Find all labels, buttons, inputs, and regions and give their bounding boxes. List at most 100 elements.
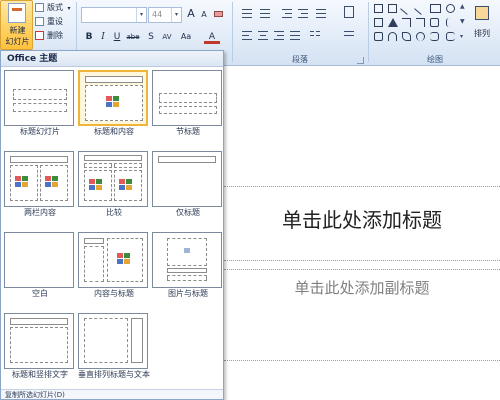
textbox-vertical-shape-icon[interactable] xyxy=(388,4,397,13)
rectangle-shape-icon[interactable] xyxy=(430,4,441,13)
shapes-scroll-down-icon[interactable]: ▼ xyxy=(460,18,465,25)
subtitle-placeholder-top-border xyxy=(224,269,500,270)
paragraph-group-label: 段落 xyxy=(292,55,308,64)
grow-font-button[interactable]: A xyxy=(184,7,198,21)
italic-button[interactable]: I xyxy=(96,30,110,44)
subtitle-placeholder-bottom-border xyxy=(224,360,500,361)
content-icons xyxy=(89,179,105,191)
rect-shape-icon[interactable] xyxy=(374,18,383,27)
subtitle-placeholder[interactable]: 单击此处添加副标题 xyxy=(224,277,500,299)
content-icons xyxy=(106,96,122,108)
increase-indent-button[interactable] xyxy=(296,6,310,20)
layout-thumb xyxy=(4,232,74,288)
content-icons xyxy=(119,179,135,191)
char-spacing-label: AV xyxy=(162,33,172,41)
star-shape-icon[interactable] xyxy=(374,32,383,41)
strikethrough-button[interactable]: abe xyxy=(124,30,142,44)
group-separator xyxy=(232,2,233,62)
bold-label: B xyxy=(85,32,93,42)
layout-label: 标题和竖排文字 xyxy=(12,370,68,379)
font-name-combo[interactable]: ▾ xyxy=(81,7,147,23)
new-slide-button[interactable]: 新建 幻灯片 xyxy=(0,0,33,50)
title-placeholder-bottom-border xyxy=(224,260,500,261)
change-case-label: Aa xyxy=(180,32,192,41)
shapes-more-icon[interactable]: ▾ xyxy=(460,33,463,40)
shadow-button[interactable]: S xyxy=(144,30,158,44)
layout-label: 两栏内容 xyxy=(24,208,56,217)
bracket-shape-icon[interactable] xyxy=(446,32,455,41)
eraser-icon xyxy=(213,11,223,17)
layout-label: 仅标题 xyxy=(176,208,200,217)
italic-label: I xyxy=(101,32,105,42)
shadow-label: S xyxy=(148,32,154,42)
content-icons xyxy=(15,176,31,188)
duplicate-slide-menu-item[interactable]: 复制所选幻灯片(D) xyxy=(1,389,223,399)
font-size-dropdown-icon: ▾ xyxy=(171,8,181,22)
layout-thumb xyxy=(152,151,222,207)
bold-button[interactable]: B xyxy=(82,30,96,44)
content-icons xyxy=(117,253,133,265)
delete-label: 删除 xyxy=(47,31,63,40)
paragraph-launcher-icon[interactable] xyxy=(357,57,364,64)
layout-label: 垂直排列标题与文本 xyxy=(78,370,150,379)
layout-thumb xyxy=(4,151,74,207)
gallery-header: Office 主题 xyxy=(1,51,223,67)
decrease-indent-button[interactable] xyxy=(280,6,294,20)
triangle-shape-icon[interactable] xyxy=(388,18,398,27)
underline-button[interactable]: U xyxy=(110,30,124,44)
layout-label: 节标题 xyxy=(176,127,200,136)
columns-button[interactable] xyxy=(308,28,322,42)
bullets-button[interactable] xyxy=(240,6,254,20)
line-spacing-button[interactable] xyxy=(314,6,328,20)
layout-thumb xyxy=(78,70,148,126)
group-separator xyxy=(368,2,369,62)
align-text-button[interactable] xyxy=(342,28,356,42)
reset-label: 重设 xyxy=(47,17,63,26)
brace-shape-icon[interactable] xyxy=(430,32,439,41)
layout-thumb xyxy=(152,232,222,288)
layout-thumb xyxy=(78,151,148,207)
curve-shape-icon[interactable] xyxy=(388,32,397,41)
clear-format-button[interactable] xyxy=(211,7,225,21)
shapes-scroll-up-icon[interactable]: ▲ xyxy=(460,3,465,10)
curly-brace-icon[interactable] xyxy=(446,18,455,27)
layout-label: 标题和内容 xyxy=(94,127,134,136)
shrink-font-button[interactable]: A xyxy=(197,8,211,22)
wave-shape-icon[interactable] xyxy=(416,32,425,41)
duplicate-slide-label: 复制所选幻灯片(D) xyxy=(5,391,65,399)
textbox-shape-icon[interactable] xyxy=(374,4,383,13)
justify-button[interactable] xyxy=(288,28,302,42)
font-size-combo[interactable]: 44 ▾ xyxy=(148,7,182,23)
reset-button[interactable]: 重设 xyxy=(34,15,63,28)
text-direction-icon xyxy=(344,6,354,18)
font-color-button[interactable]: A xyxy=(204,30,220,44)
underline-label: U xyxy=(113,32,121,42)
line-shape-icon[interactable] xyxy=(400,2,413,15)
oval-shape-icon[interactable] xyxy=(446,4,455,13)
delete-button[interactable]: 删除 xyxy=(34,29,63,42)
block-arrow-icon[interactable] xyxy=(430,18,439,27)
new-slide-icon xyxy=(8,3,26,23)
arrange-icon xyxy=(475,6,489,20)
freeform-shape-icon[interactable] xyxy=(402,32,411,41)
new-slide-label-line1: 新建 xyxy=(9,26,26,35)
elbow-connector-icon[interactable] xyxy=(402,18,411,27)
elbow-arrow-icon[interactable] xyxy=(416,18,425,27)
align-center-button[interactable] xyxy=(256,28,270,42)
layout-gallery: Office 主题 标题幻灯片 标题和内容 节标题 两栏内容 比较 仅标题 空白… xyxy=(0,50,224,400)
arrow-shape-icon[interactable] xyxy=(414,2,427,15)
char-spacing-button[interactable]: AV xyxy=(158,30,176,44)
text-direction-button[interactable] xyxy=(342,5,356,19)
numbering-button[interactable] xyxy=(258,6,272,20)
title-placeholder-top-border xyxy=(224,186,500,187)
change-case-button[interactable]: Aa xyxy=(178,30,194,44)
layout-button[interactable]: 版式 ▾ xyxy=(34,1,71,14)
arrange-button[interactable]: 排列 xyxy=(468,2,496,50)
align-left-button[interactable] xyxy=(240,28,254,42)
drawing-group-label: 绘图 xyxy=(427,55,443,64)
title-placeholder[interactable]: 单击此处添加标题 xyxy=(224,205,500,235)
align-right-button[interactable] xyxy=(272,28,286,42)
grow-font-label: A xyxy=(187,7,195,20)
content-icons xyxy=(45,176,61,188)
paragraph-group: 段落 xyxy=(234,0,366,66)
